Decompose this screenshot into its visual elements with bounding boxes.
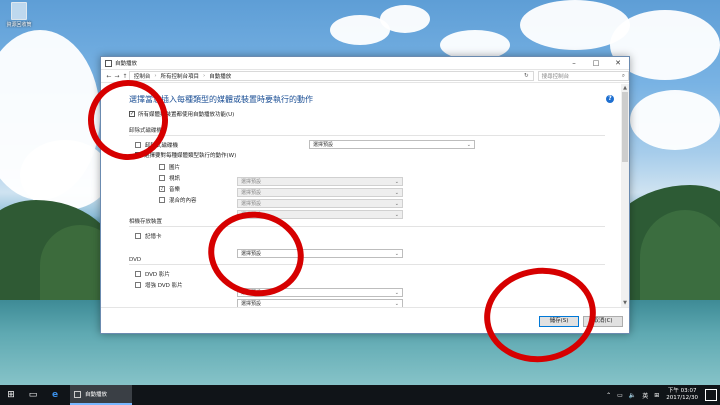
autoplay-app-icon: [74, 390, 81, 398]
pictures-dropdown[interactable]: 選擇預設 ⌄: [237, 177, 403, 186]
ime-mode-icon[interactable]: ⊞: [654, 392, 659, 399]
close-button[interactable]: ✕: [607, 57, 629, 70]
up-arrow-icon[interactable]: ↑: [121, 73, 129, 80]
clock-date: 2017/12/30: [666, 395, 698, 401]
breadcrumb-autoplay[interactable]: 自動播放: [209, 72, 231, 80]
section-removable: 卸除式磁碟機: [129, 126, 621, 136]
dvd-icon: [135, 281, 141, 288]
removable-drive-dropdown[interactable]: 選擇預設 ⌄: [309, 140, 475, 149]
section-camera: 相機存放裝置: [129, 217, 621, 227]
taskbar-autoplay-app[interactable]: 自動播放: [70, 385, 132, 405]
clock-time: 下午 03:07: [667, 388, 697, 394]
picture-icon: [159, 163, 165, 170]
ime-indicator[interactable]: 英: [642, 391, 648, 400]
list-item: 圖片: [159, 161, 621, 172]
show-hidden-icons-icon[interactable]: ⌃: [606, 392, 611, 399]
search-placeholder: 搜尋控制台: [541, 74, 570, 80]
per-type-label: 選擇要對每種媒體類型執行的動作(W): [144, 153, 237, 159]
video-dropdown[interactable]: 選擇預設 ⌄: [237, 188, 403, 197]
recycle-bin-label: 資源回收筒: [6, 22, 32, 28]
network-icon[interactable]: ▭: [617, 392, 623, 399]
chevron-down-icon: ⌄: [394, 289, 399, 296]
window-title: 自動播放: [115, 61, 138, 67]
taskbar: ⊞ ▭ e 自動播放 ⌃ ▭ 🔈 英 ⊞ 下午 03:07 2017/12/30: [0, 385, 720, 405]
breadcrumb[interactable]: 控制台 › 所有控制台項目 › 自動播放 ↻: [128, 71, 534, 81]
breadcrumb-control-panel[interactable]: 控制台: [134, 72, 151, 80]
per-type-checkbox[interactable]: 選擇要對每種媒體類型執行的動作(W): [135, 151, 621, 159]
volume-icon[interactable]: 🔈: [629, 392, 636, 399]
clock[interactable]: 下午 03:07 2017/12/30: [666, 388, 698, 402]
chevron-down-icon: ⌄: [394, 250, 399, 257]
address-bar: ← → ↑ 控制台 › 所有控制台項目 › 自動播放 ↻ 搜尋控制台 ⌕: [101, 70, 629, 83]
maximize-button[interactable]: □: [585, 57, 607, 70]
chevron-down-icon: ⌄: [394, 189, 399, 196]
search-icon: ⌕: [621, 72, 625, 79]
refresh-icon[interactable]: ↻: [524, 73, 529, 79]
task-view-icon[interactable]: ▭: [22, 385, 44, 405]
start-windows-icon[interactable]: ⊞: [0, 385, 22, 405]
system-tray: ⌃ ▭ 🔈 英 ⊞ 下午 03:07 2017/12/30: [603, 388, 720, 402]
enhanced-dvd-dropdown[interactable]: 選擇預設 ⌄: [237, 299, 403, 307]
music-icon: ♪: [159, 185, 165, 192]
page-heading: 選擇當您插入每種類型的媒體或裝置時要執行的動作: [129, 95, 313, 104]
vertical-scrollbar[interactable]: ▲ ▼: [621, 84, 629, 307]
memory-card-icon: [135, 232, 141, 239]
autoplay-app-icon: [105, 59, 112, 67]
action-center-icon[interactable]: [705, 389, 717, 401]
chevron-down-icon: ⌄: [466, 141, 471, 148]
dvd-icon: [135, 270, 141, 277]
forward-arrow-icon[interactable]: →: [113, 73, 121, 80]
chevron-down-icon: ⌄: [394, 300, 399, 307]
chevron-down-icon: ⌄: [394, 200, 399, 207]
video-icon: [159, 174, 165, 181]
minimize-button[interactable]: –: [563, 57, 585, 70]
scroll-up-icon[interactable]: ▲: [621, 84, 629, 92]
use-autoplay-checkbox[interactable]: ✓ 所有媒體與裝置都使用自動播放功能(U): [129, 110, 621, 118]
recycle-bin-desktop-icon[interactable]: 資源回收筒: [4, 2, 34, 28]
breadcrumb-all-items[interactable]: 所有控制台項目: [161, 72, 200, 80]
chevron-down-icon: ⌄: [394, 178, 399, 185]
title-bar[interactable]: 自動播放 – □ ✕: [101, 57, 629, 70]
mixed-content-icon: [159, 196, 165, 203]
section-dvd: DVD: [129, 257, 621, 265]
recycle-bin-icon: [11, 2, 27, 20]
edge-browser-icon[interactable]: e: [44, 385, 66, 405]
memory-card-row: 記憶卡: [135, 230, 621, 241]
music-dropdown[interactable]: 選擇預設 ⌄: [237, 199, 403, 208]
scroll-down-icon[interactable]: ▼: [621, 299, 629, 307]
scroll-thumb[interactable]: [622, 92, 628, 162]
back-arrow-icon[interactable]: ←: [105, 73, 113, 80]
search-input[interactable]: 搜尋控制台 ⌕: [537, 71, 629, 81]
